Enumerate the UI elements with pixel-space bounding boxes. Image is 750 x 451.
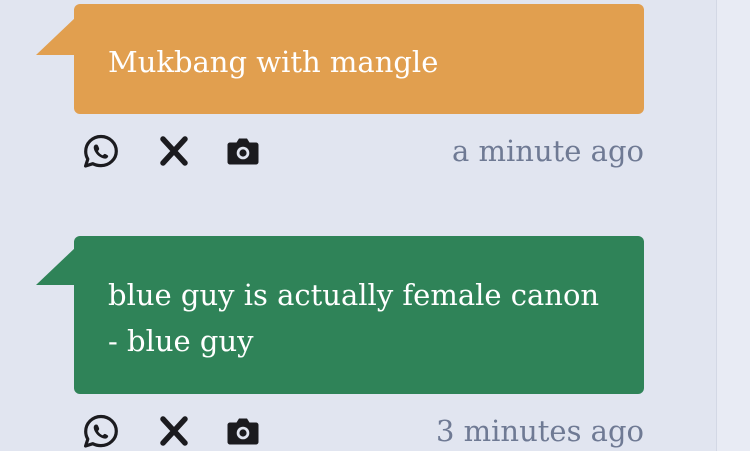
message-text: blue guy is actually female canon - blue…	[108, 278, 600, 358]
whatsapp-icon-glyph	[84, 134, 118, 168]
camera-icon[interactable]	[224, 133, 262, 169]
whatsapp-icon[interactable]	[82, 413, 120, 449]
whatsapp-icon[interactable]	[82, 133, 120, 169]
bubble-tail	[36, 247, 76, 285]
message-bubble: blue guy is actually female canon - blue…	[36, 236, 644, 394]
bubble-tail	[36, 17, 76, 55]
whatsapp-icon-glyph	[84, 414, 118, 448]
scrollbar-track[interactable]	[716, 0, 750, 451]
x-icon[interactable]	[155, 133, 193, 169]
x-icon-glyph	[160, 416, 188, 446]
message-bubble: Mukbang with mangle	[36, 4, 644, 114]
x-icon-glyph	[160, 136, 188, 166]
camera-icon-glyph	[227, 418, 259, 445]
message-feed: Mukbang with mangle a minute ago blue gu…	[0, 0, 750, 451]
message-text: Mukbang with mangle	[108, 45, 439, 79]
message-timestamp: a minute ago	[452, 134, 644, 168]
camera-icon-glyph	[227, 138, 259, 165]
x-icon[interactable]	[155, 413, 193, 449]
message-actions: 3 minutes ago	[80, 411, 644, 451]
message-timestamp: 3 minutes ago	[435, 414, 644, 448]
message-actions: a minute ago	[80, 131, 644, 171]
camera-icon[interactable]	[224, 413, 262, 449]
